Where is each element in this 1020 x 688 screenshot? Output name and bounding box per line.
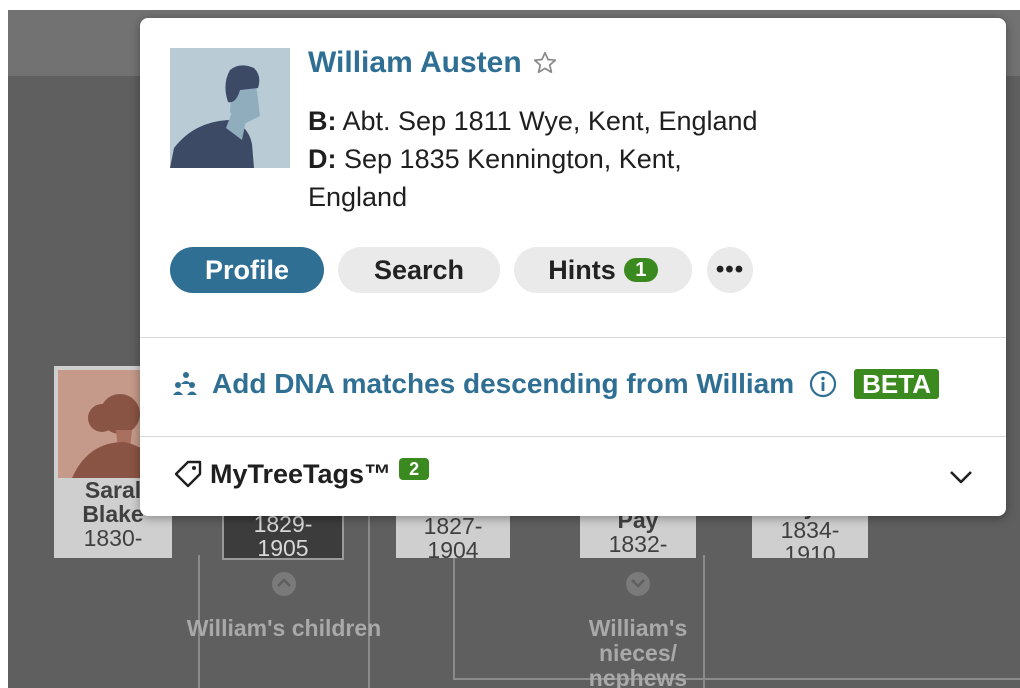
divider bbox=[140, 436, 1006, 437]
mytreetags-toggle[interactable]: MyTreeTags™ 2 bbox=[170, 456, 430, 492]
chevron-down-icon bbox=[631, 575, 645, 593]
children-label[interactable]: William's children bbox=[168, 616, 400, 641]
death-value: Sep 1835 Kennington, Kent, bbox=[344, 144, 682, 174]
popup-name-row: William Austen bbox=[308, 46, 560, 80]
info-icon[interactable] bbox=[808, 369, 838, 399]
star-icon[interactable] bbox=[530, 48, 560, 78]
tag-icon bbox=[170, 456, 206, 492]
person-dates: 1832- bbox=[608, 531, 668, 557]
birth-label: B: bbox=[308, 106, 337, 136]
person-popup-card: William Austen B: Abt. Sep 1811 Wye, Ken… bbox=[140, 18, 1006, 516]
death-label: D: bbox=[308, 144, 337, 174]
connector-line bbox=[453, 678, 1020, 680]
person-dates: 1827- bbox=[423, 513, 483, 539]
add-dna-matches-label: Add DNA matches descending from William bbox=[212, 368, 795, 399]
birth-value: Abt. Sep 1811 Wye, Kent, England bbox=[342, 106, 758, 136]
more-options-button[interactable]: ••• bbox=[707, 247, 753, 293]
person-dates: 1910 bbox=[784, 541, 836, 558]
beta-badge: BETA bbox=[854, 369, 939, 399]
nieces-label-line: nephews bbox=[588, 665, 688, 688]
birth-info: B: Abt. Sep 1811 Wye, Kent, England bbox=[308, 102, 758, 140]
nieces-label-line: William's bbox=[588, 615, 688, 641]
person-dates: 1905 bbox=[257, 535, 309, 560]
divider bbox=[140, 337, 1006, 338]
person-dates: 1830- bbox=[83, 525, 143, 551]
hints-label: Hints bbox=[548, 254, 616, 285]
expand-toggle[interactable] bbox=[626, 572, 650, 596]
death-info-cont: England bbox=[308, 178, 407, 216]
nieces-nephews-label[interactable]: William's nieces/ nephews bbox=[570, 616, 706, 688]
male-avatar-icon bbox=[170, 48, 290, 168]
chevron-up-icon bbox=[277, 575, 291, 593]
add-dna-matches-link[interactable]: Add DNA matches descending from William … bbox=[170, 368, 939, 400]
collapse-toggle[interactable] bbox=[272, 572, 296, 596]
hints-count-badge: 1 bbox=[623, 258, 658, 282]
hints-button[interactable]: Hints 1 bbox=[514, 247, 692, 293]
chevron-down-icon[interactable] bbox=[946, 462, 976, 492]
person-dates: 1904 bbox=[427, 537, 479, 558]
mytreetags-label: MyTreeTags™ bbox=[210, 458, 392, 489]
connector-line bbox=[453, 555, 455, 680]
nieces-label-line: nieces/ bbox=[599, 640, 677, 666]
search-button[interactable]: Search bbox=[338, 247, 500, 293]
death-value-cont: England bbox=[308, 182, 408, 212]
profile-button[interactable]: Profile bbox=[170, 247, 324, 293]
person-name-link[interactable]: William Austen bbox=[308, 46, 522, 80]
connector-line bbox=[368, 510, 370, 688]
tags-count-badge: 2 bbox=[399, 458, 430, 480]
dna-people-icon bbox=[170, 368, 202, 400]
person-dates: 1834- bbox=[780, 517, 840, 543]
death-info: D: Sep 1835 Kennington, Kent, bbox=[308, 140, 682, 178]
